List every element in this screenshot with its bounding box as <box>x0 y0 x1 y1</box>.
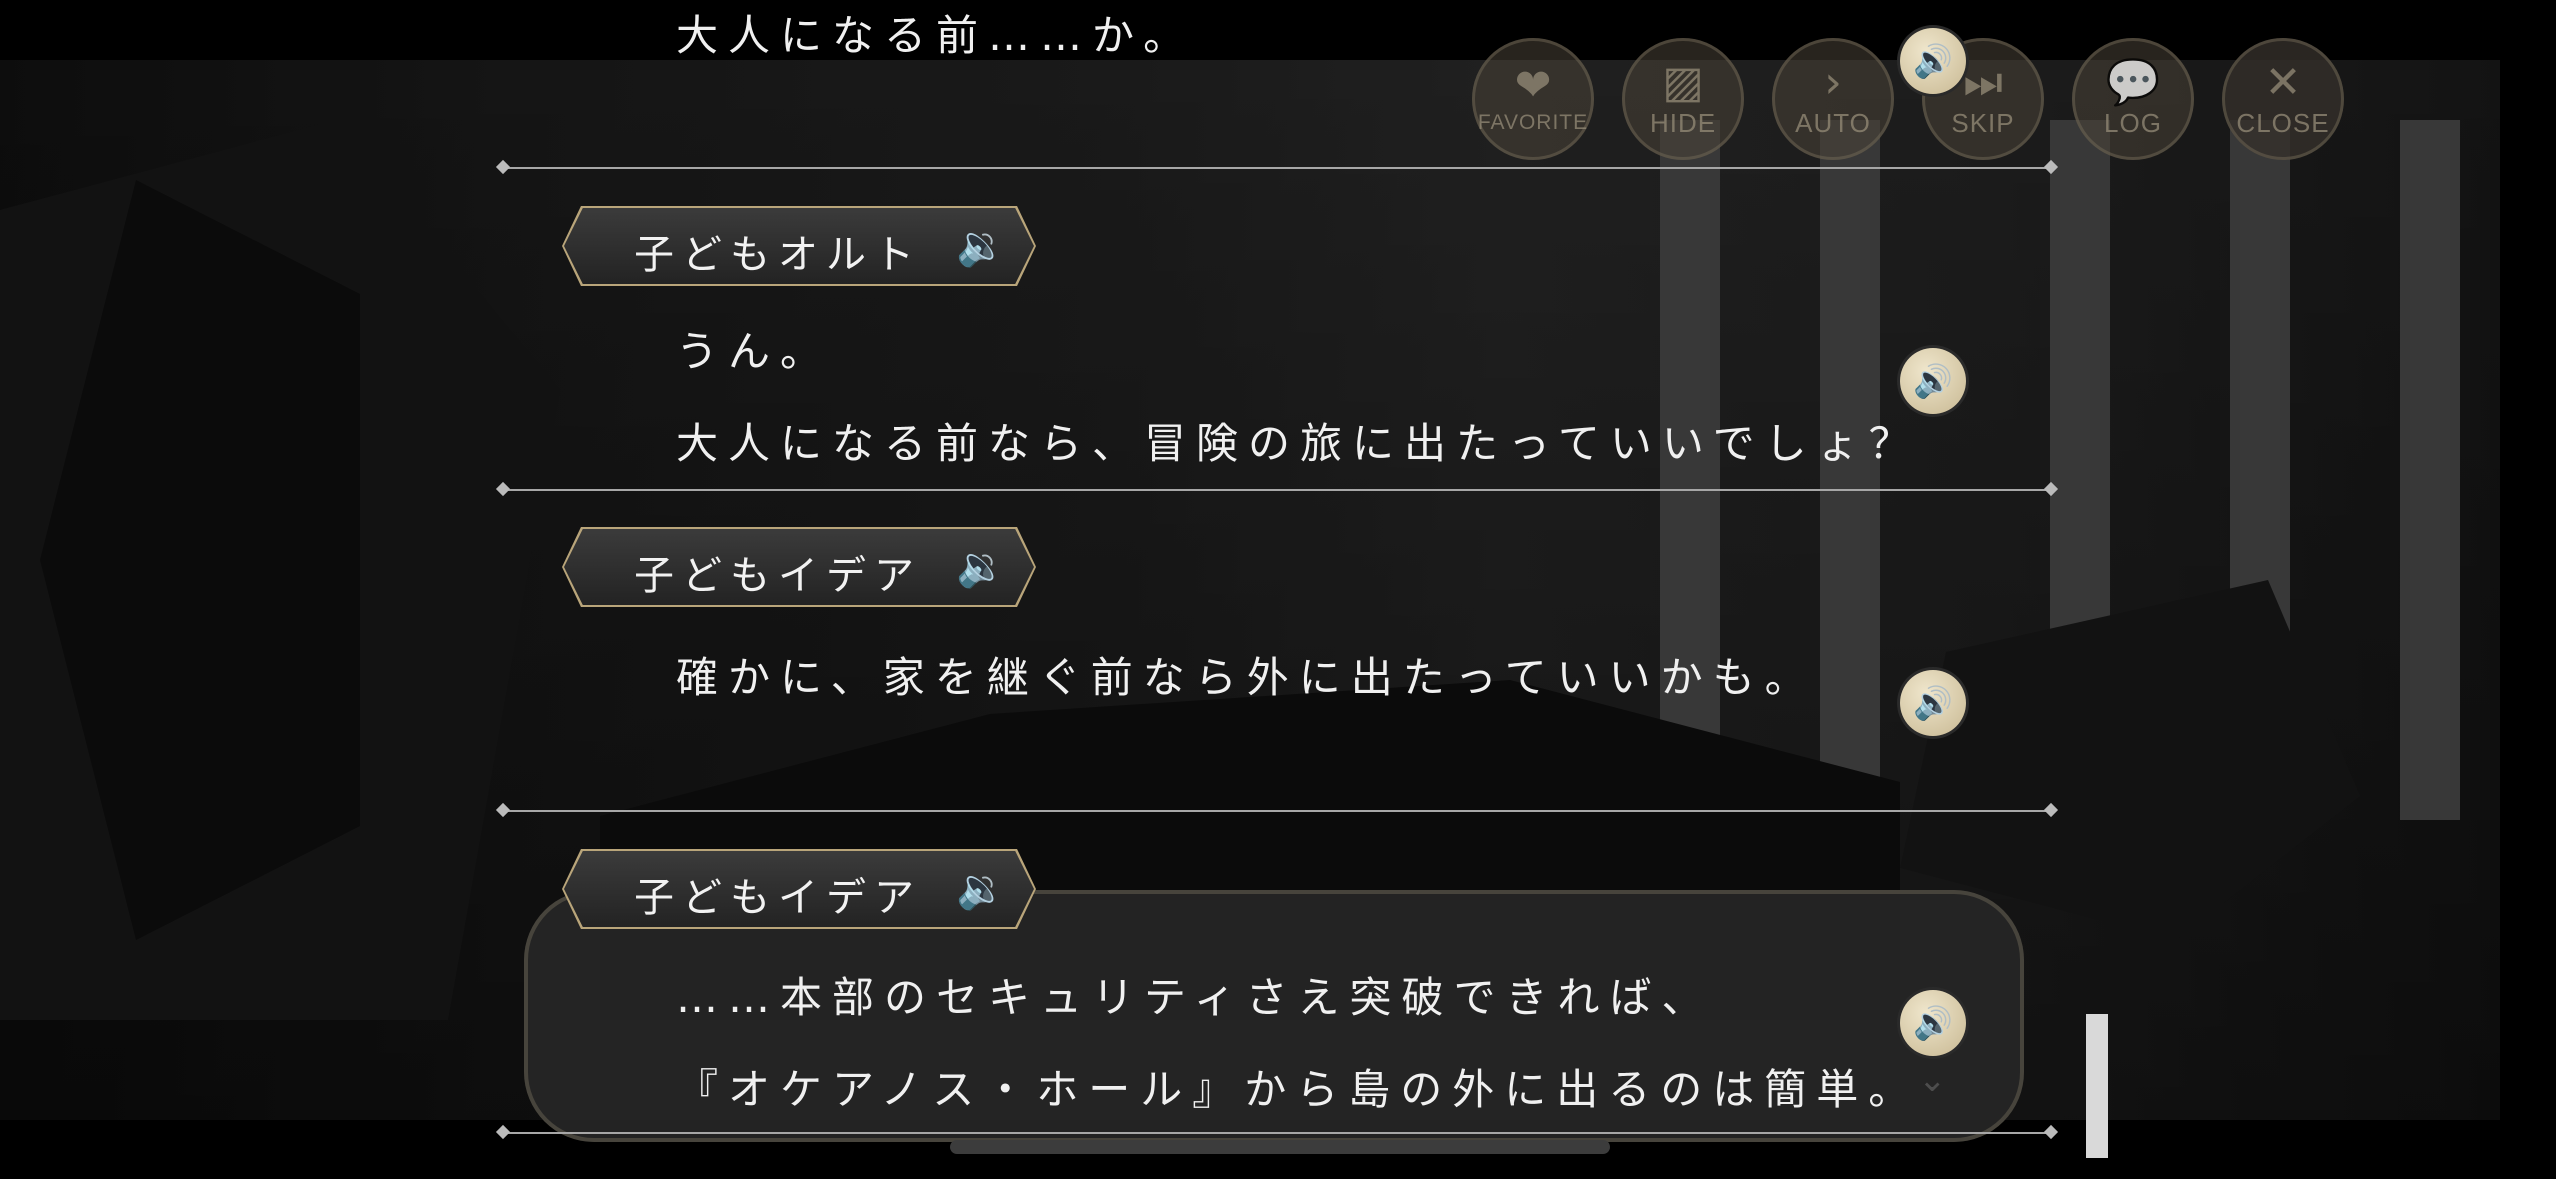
close-button[interactable]: ✕ CLOSE <box>2222 38 2344 160</box>
log-divider <box>502 810 2052 812</box>
voice-play-icon: 🔊 <box>1913 1004 1953 1042</box>
voice-play-icon: 🔊 <box>1913 42 1953 80</box>
speaker-nameplate: 子どもイデア 🔉 <box>564 851 1034 927</box>
hide-icon: ▨ <box>1662 56 1704 108</box>
skip-icon: ⏭ <box>1963 56 2003 108</box>
speaker-nameplate: 子どもイデア 🔉 <box>564 529 1034 605</box>
speaker-icon[interactable]: 🔉 <box>956 222 1006 269</box>
log-button[interactable]: 💬 LOG <box>2072 38 2194 160</box>
voice-play-button[interactable]: 🔊 <box>1900 990 1966 1056</box>
auto-button[interactable]: › AUTO <box>1772 38 1894 160</box>
hide-button[interactable]: ▨ HIDE <box>1622 38 1744 160</box>
log-divider <box>502 1132 2052 1134</box>
voice-play-button[interactable]: 🔊 <box>1900 28 1966 94</box>
log-scrollbar[interactable] <box>2086 1014 2108 1158</box>
heart-icon: ❤ <box>1514 60 1552 111</box>
log-line: 『オケアノス・ホール』から島の外に出るのは簡単。 <box>676 1065 1921 1114</box>
speaker-icon[interactable]: 🔉 <box>956 865 1006 912</box>
voice-play-icon: 🔊 <box>1913 684 1953 722</box>
voice-play-button[interactable]: 🔊 <box>1900 348 1966 414</box>
speaker-name: 子どもイデア <box>634 875 922 921</box>
log-line: 大人になる前……か。 <box>676 11 1196 60</box>
home-indicator[interactable] <box>950 1140 1610 1154</box>
speaker-nameplate: 子どもオルト 🔉 <box>564 208 1034 284</box>
close-icon: ✕ <box>2264 56 2302 108</box>
log-line: うん。 <box>676 327 833 376</box>
log-line: 確かに、家を継ぐ前なら外に出たっていいかも。 <box>676 653 1817 702</box>
chevron-down-icon: ⌄ <box>1918 1060 1947 1100</box>
speaker-name: 子どもオルト <box>634 232 922 278</box>
log-divider <box>502 489 2052 491</box>
log-line: 大人になる前なら、冒険の旅に出たっていいでしょ？ <box>676 419 1921 468</box>
log-bubble-icon: 💬 <box>2105 56 2161 108</box>
log-line: ……本部のセキュリティさえ突破できれば、 <box>676 973 1714 1022</box>
speaker-icon[interactable]: 🔉 <box>956 543 1006 590</box>
favorite-button[interactable]: ❤ FAVORITE <box>1472 38 1594 160</box>
voice-play-icon: 🔊 <box>1913 362 1953 400</box>
auto-play-icon: › <box>1824 56 1842 108</box>
voice-play-button[interactable]: 🔊 <box>1900 670 1966 736</box>
log-divider <box>502 167 2052 169</box>
speaker-name: 子どもイデア <box>634 553 922 599</box>
